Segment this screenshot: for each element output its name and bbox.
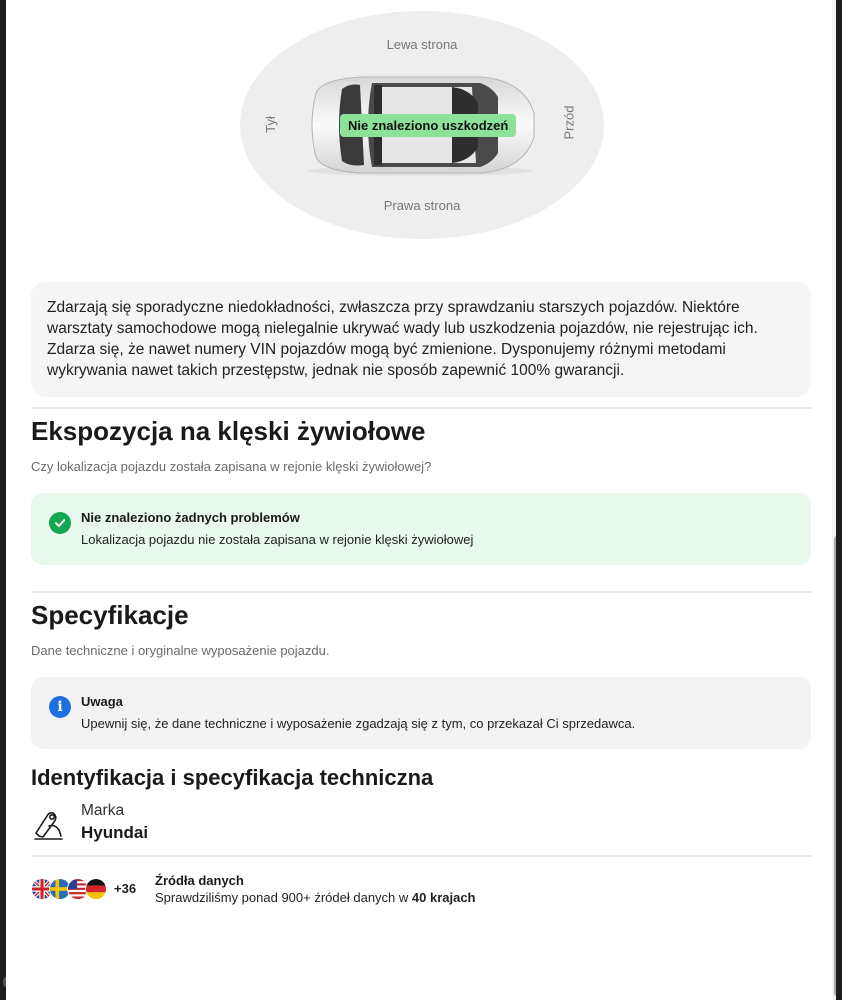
disaster-section-title: Ekspozycja na klęski żywiołowe — [31, 416, 426, 446]
info-icon: i — [49, 696, 71, 718]
disaster-status-text: Lokalizacja pojazdu nie została zapisana… — [81, 532, 474, 547]
disaster-status-card: Nie znaleziono żadnych problemów Lokaliz… — [31, 493, 811, 565]
disaster-section-subtitle: Czy lokalizacja pojazdu została zapisana… — [31, 459, 432, 474]
disclaimer-text: Zdarzają się sporadyczne niedokładności,… — [47, 299, 758, 379]
country-flags — [31, 878, 111, 902]
brand-label: Marka — [81, 802, 125, 819]
damage-diagram: Lewa strona Prawa strona Tył Przód Nie z… — [240, 11, 604, 239]
disaster-status-title: Nie znaleziono żadnych problemów — [81, 510, 300, 525]
notice-title: Uwaga — [81, 694, 123, 709]
specs-notice-card: i Uwaga Upewnij się, że dane techniczne … — [31, 677, 811, 749]
scrollbar[interactable] — [832, 0, 836, 1000]
scrollbar-thumb[interactable] — [834, 536, 836, 996]
divider — [31, 855, 811, 857]
right-side-label: Prawa strona — [383, 198, 461, 213]
brand-value: Hyundai — [81, 823, 149, 842]
no-damage-badge: Nie znaleziono uszkodzeń — [340, 114, 517, 137]
front-label: Przód — [561, 105, 577, 140]
specs-section-subtitle: Dane techniczne i oryginalne wyposażenie… — [31, 643, 330, 658]
check-circle-icon — [49, 512, 71, 534]
rear-label: Tył — [262, 116, 278, 133]
sources-text-prefix: Sprawdziliśmy ponad 900+ źródeł danych w — [155, 890, 412, 905]
notice-text: Upewnij się, że dane techniczne i wyposa… — [81, 716, 636, 731]
identification-title: Identyfikacja i specyfikacja techniczna — [31, 765, 434, 790]
germany-flag-icon — [85, 878, 107, 900]
more-sources-count: +36 — [114, 881, 137, 896]
specs-section-title: Specyfikacje — [31, 600, 189, 630]
left-side-label: Lewa strona — [386, 37, 458, 52]
brand-icon — [34, 812, 63, 840]
sources-text: Sprawdziliśmy ponad 900+ źródeł danych w… — [155, 890, 476, 905]
divider — [31, 591, 811, 593]
sources-countries: 40 krajach — [411, 890, 476, 905]
sources-title: Źródła danych — [155, 873, 244, 888]
watermark-logo: otomoto — [2, 968, 97, 993]
divider — [31, 407, 811, 409]
disclaimer-card: Zdarzają się sporadyczne niedokładności,… — [31, 282, 811, 397]
report-page: Lewa strona Prawa strona Tył Przód Nie z… — [6, 0, 836, 1000]
